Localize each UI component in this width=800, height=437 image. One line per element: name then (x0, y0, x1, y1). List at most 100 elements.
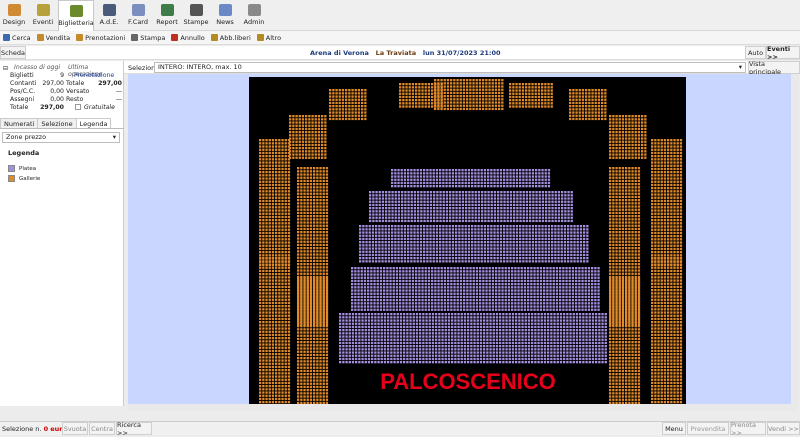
seat[interactable] (559, 345, 563, 348)
seat[interactable] (525, 86, 528, 89)
seat[interactable] (367, 299, 370, 302)
seat[interactable] (531, 361, 534, 364)
seat[interactable] (549, 286, 552, 289)
seat[interactable] (505, 341, 508, 345)
seat[interactable] (444, 341, 447, 345)
seat[interactable] (403, 247, 407, 250)
seat[interactable] (601, 332, 604, 335)
seat[interactable] (409, 351, 412, 354)
seat[interactable] (518, 329, 521, 332)
seat[interactable] (397, 181, 400, 185)
seat[interactable] (501, 308, 504, 311)
seat[interactable] (379, 305, 383, 308)
seat[interactable] (525, 197, 529, 200)
seat[interactable] (588, 335, 591, 338)
seat[interactable] (397, 213, 401, 216)
seat[interactable] (399, 95, 402, 99)
seat[interactable] (453, 289, 456, 292)
seat[interactable] (495, 308, 498, 311)
seat[interactable] (378, 210, 381, 213)
seat[interactable] (469, 276, 472, 279)
seat[interactable] (359, 247, 362, 250)
seat[interactable] (484, 200, 487, 203)
seat[interactable] (365, 260, 368, 263)
seat[interactable] (408, 295, 411, 299)
seat[interactable] (477, 234, 480, 237)
seat[interactable] (546, 267, 549, 270)
seat[interactable] (547, 329, 550, 332)
seat[interactable] (591, 361, 595, 364)
seat[interactable] (435, 241, 439, 244)
seat[interactable] (509, 105, 512, 108)
seat[interactable] (391, 241, 394, 244)
seat[interactable] (385, 210, 388, 213)
seat[interactable] (424, 305, 427, 308)
seat[interactable] (426, 260, 429, 263)
seat[interactable] (568, 299, 571, 302)
seat[interactable] (515, 228, 519, 231)
seat[interactable] (491, 279, 495, 283)
seat[interactable] (405, 279, 408, 283)
seat[interactable] (550, 105, 553, 108)
seat[interactable] (503, 231, 506, 234)
seat[interactable] (483, 237, 487, 241)
seat[interactable] (415, 292, 418, 295)
seat[interactable] (560, 250, 563, 253)
seat[interactable] (579, 329, 582, 332)
seat[interactable] (471, 175, 474, 178)
seat[interactable] (587, 273, 591, 276)
seat[interactable] (432, 241, 435, 244)
seat[interactable] (490, 241, 493, 244)
seat[interactable] (423, 244, 426, 247)
seat[interactable] (339, 335, 342, 338)
seat[interactable] (538, 200, 541, 203)
seat[interactable] (345, 89, 348, 92)
seat[interactable] (569, 101, 572, 105)
seat[interactable] (450, 273, 453, 276)
seat[interactable] (503, 175, 506, 178)
seat[interactable] (508, 325, 511, 329)
seat[interactable] (405, 276, 408, 279)
seat[interactable] (566, 329, 569, 332)
seat[interactable] (448, 260, 451, 263)
seat[interactable] (423, 225, 426, 228)
seat[interactable] (467, 313, 470, 316)
seat[interactable] (443, 276, 447, 279)
seat[interactable] (381, 231, 384, 234)
seat[interactable] (515, 92, 518, 95)
seat[interactable] (463, 299, 466, 302)
seat[interactable] (442, 247, 445, 250)
seat[interactable] (537, 345, 540, 348)
seat[interactable] (538, 175, 541, 178)
seat[interactable] (407, 237, 410, 241)
seat[interactable] (431, 348, 435, 351)
seat[interactable] (474, 172, 477, 175)
seat[interactable] (570, 231, 573, 234)
seat[interactable] (439, 197, 442, 200)
seat[interactable] (495, 270, 498, 273)
seat[interactable] (546, 305, 549, 308)
seat[interactable] (455, 203, 458, 207)
seat[interactable] (483, 351, 486, 354)
seat[interactable] (354, 299, 357, 302)
seat[interactable] (407, 228, 410, 231)
seat[interactable] (433, 203, 436, 207)
seat[interactable] (384, 241, 387, 244)
seat[interactable] (591, 92, 594, 95)
seat[interactable] (565, 283, 568, 286)
seat[interactable] (474, 231, 477, 234)
seat[interactable] (419, 345, 422, 348)
seat[interactable] (459, 85, 462, 88)
seat[interactable] (421, 295, 424, 299)
seat[interactable] (528, 89, 531, 92)
seat[interactable] (531, 231, 535, 234)
seat[interactable] (591, 305, 594, 308)
seat[interactable] (392, 276, 395, 279)
seat[interactable] (453, 82, 456, 85)
seat[interactable] (460, 351, 463, 354)
seat[interactable] (550, 345, 553, 348)
seat[interactable] (456, 279, 459, 283)
seat[interactable] (550, 86, 553, 89)
seat[interactable] (491, 295, 495, 299)
seat[interactable] (572, 316, 575, 319)
